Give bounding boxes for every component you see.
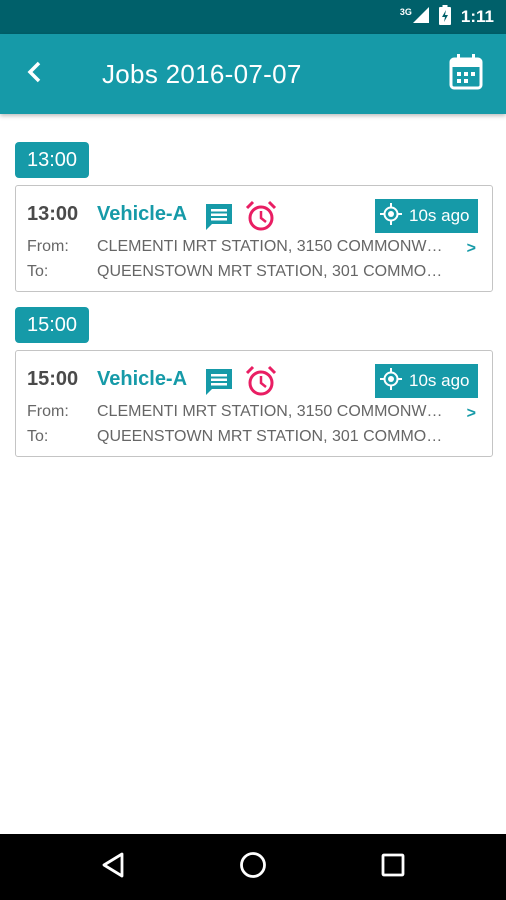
battery-icon: [438, 4, 451, 30]
nav-back-button[interactable]: [73, 834, 153, 900]
from-address: CLEMENTI MRT STATION, 3150 COMMONWEALTH …: [97, 238, 452, 255]
back-triangle-icon: [100, 851, 126, 884]
message-icon[interactable]: [203, 366, 235, 398]
vehicle-name: Vehicle-A: [97, 203, 188, 225]
location-status-text: 10s ago: [409, 206, 470, 225]
gps-target-icon: [380, 367, 402, 395]
job-time: 15:00: [27, 368, 79, 390]
chevron-left-icon: [25, 60, 45, 89]
recents-square-icon: [380, 852, 406, 883]
vehicle-name: Vehicle-A: [97, 368, 188, 390]
job-card[interactable]: 13:00 Vehicle-A 10s ago From: CLEMENTI M…: [15, 185, 493, 292]
time-group-header: 13:00: [15, 142, 90, 178]
to-address: QUEENSTOWN MRT STATION, 301 COMMONWEALTH…: [97, 263, 452, 280]
alarm-icon[interactable]: [244, 199, 278, 233]
time-group-header: 15:00: [15, 307, 90, 343]
location-status-badge[interactable]: 10s ago: [375, 364, 478, 398]
calendar-icon: [449, 53, 483, 95]
location-status-text: 10s ago: [409, 371, 470, 390]
nav-home-button[interactable]: [213, 834, 293, 900]
to-label: To:: [27, 428, 49, 445]
page-title: Jobs 2016-07-07: [102, 58, 302, 89]
from-label: From:: [27, 238, 69, 255]
network-type: 3G: [399, 7, 412, 17]
from-label: From:: [27, 403, 69, 420]
chevron-right-icon: >: [466, 405, 476, 422]
back-button[interactable]: [0, 34, 70, 114]
job-time: 13:00: [27, 203, 79, 225]
status-bar: 3G 1:11: [0, 0, 506, 34]
alarm-icon[interactable]: [244, 364, 278, 398]
message-icon[interactable]: [203, 201, 235, 233]
system-nav-bar: [0, 834, 506, 900]
home-circle-icon: [238, 850, 268, 885]
to-address: QUEENSTOWN MRT STATION, 301 COMMONWEALTH…: [97, 428, 452, 445]
to-label: To:: [27, 263, 49, 280]
calendar-button[interactable]: [426, 34, 506, 114]
app-bar: Jobs 2016-07-07: [0, 34, 506, 114]
from-address: CLEMENTI MRT STATION, 3150 COMMONWEALTH …: [97, 403, 452, 420]
clock-time: 1:11: [460, 7, 494, 26]
nav-recents-button[interactable]: [353, 834, 433, 900]
chevron-right-icon: >: [466, 240, 476, 257]
signal-icon: [412, 6, 429, 28]
job-card[interactable]: 15:00 Vehicle-A 10s ago From: CLEMENTI M…: [15, 350, 493, 457]
gps-target-icon: [380, 202, 402, 230]
location-status-badge[interactable]: 10s ago: [375, 199, 478, 233]
